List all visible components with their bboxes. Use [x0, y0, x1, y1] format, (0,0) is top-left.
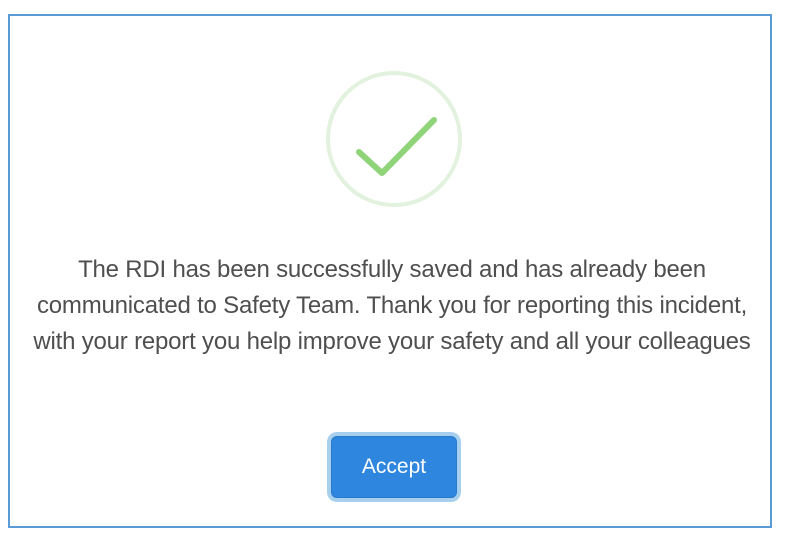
accept-button[interactable]: Accept	[331, 436, 457, 498]
success-message: The RDI has been successfully saved and …	[33, 256, 751, 355]
success-dialog: The RDI has been successfully saved and …	[8, 14, 772, 528]
success-check-icon	[326, 71, 462, 207]
